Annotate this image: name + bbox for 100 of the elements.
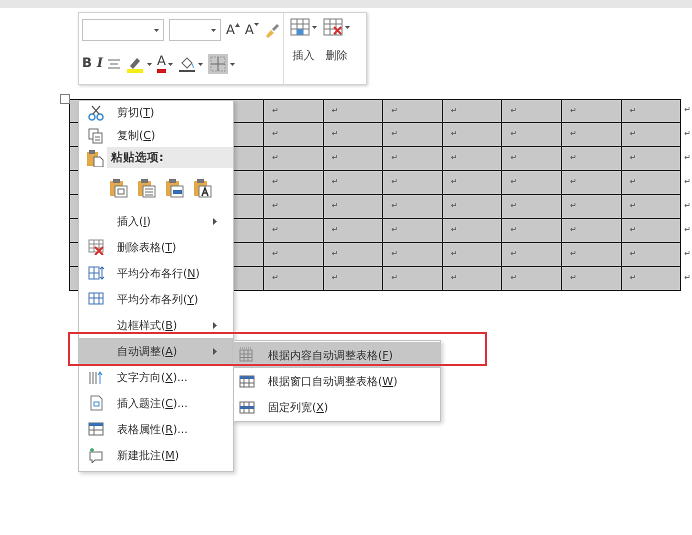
table-cell: ↵ <box>502 195 562 219</box>
caret-icon <box>147 62 152 66</box>
table-cell: ↵ <box>383 171 443 195</box>
menu-item[interactable]: 删除表格(T) <box>79 234 233 260</box>
menu-item[interactable]: 边框样式(B) <box>79 312 233 338</box>
row-end-mark: ↵ <box>683 272 691 284</box>
table-cell: ↵ <box>502 171 562 195</box>
columns-icon <box>88 291 104 307</box>
table-cell: ↵ <box>502 219 562 243</box>
bold-button[interactable]: B <box>82 56 92 72</box>
table-cell: ↵ <box>502 267 562 291</box>
menu-item[interactable]: 自动调整(A) <box>79 338 233 364</box>
text-direction-icon <box>88 369 104 385</box>
table-cell: ↵ <box>324 171 384 195</box>
submenu-arrow-icon <box>213 322 217 328</box>
table-cell: ↵ <box>442 99 502 123</box>
paint-bucket-icon <box>178 55 196 73</box>
center-align-icon[interactable] <box>108 59 120 69</box>
table-insert-icon <box>290 18 310 36</box>
submenu-item[interactable]: 固定列宽(X) <box>234 394 440 420</box>
table-cell: ↵ <box>383 195 443 219</box>
table-cell: ↵ <box>383 123 443 147</box>
table-cell: ↵ <box>324 99 384 123</box>
table-cell: ↵ <box>502 123 562 147</box>
table-cell: ↵ <box>442 123 502 147</box>
submenu-arrow-icon <box>213 218 217 224</box>
menu-item[interactable]: 平均分布各行(N) <box>79 260 233 286</box>
table-cell: ↵ <box>622 123 682 147</box>
shading-button[interactable] <box>178 55 203 73</box>
table-cell: ↵ <box>264 99 324 123</box>
row-height-icon <box>88 265 104 281</box>
table-cell: ↵ <box>383 267 443 291</box>
menu-item[interactable]: 插入题注(C)... <box>79 390 233 416</box>
table-cell: ↵ <box>264 123 324 147</box>
table-cell: ↵ <box>562 195 622 219</box>
row-end-mark: ↵ <box>683 152 691 164</box>
font-color-button[interactable]: A <box>157 55 173 73</box>
table-cell: ↵ <box>562 147 622 171</box>
table-cell: ↵ <box>442 243 502 267</box>
table-cell: ↵ <box>324 243 384 267</box>
row-end-mark: ↵ <box>683 224 691 236</box>
delete-table-button[interactable] <box>322 18 350 36</box>
table-cell: ↵ <box>562 243 622 267</box>
menu-item[interactable]: 平均分布各列(Y) <box>79 286 233 312</box>
highlight-button[interactable] <box>125 55 152 73</box>
paste-text-only-icon[interactable] <box>193 178 213 198</box>
menu-item[interactable]: 文字方向(X)... <box>79 364 233 390</box>
table-cell: ↵ <box>383 147 443 171</box>
table-cell: ↵ <box>264 243 324 267</box>
paintbrush-icon[interactable] <box>264 22 280 38</box>
table-cell: ↵ <box>442 147 502 171</box>
table-cell: ↵ <box>562 219 622 243</box>
submenu-item[interactable]: 根据内容自动调整表格(F) <box>234 342 440 368</box>
menu-item[interactable]: 新建批注(M) <box>79 442 233 468</box>
row-end-mark: ↵ <box>683 200 691 212</box>
menu-item[interactable]: 表格属性(R)... <box>79 416 233 442</box>
table-cell: ↵ <box>502 147 562 171</box>
insert-label[interactable]: 插入 <box>292 48 314 63</box>
row-end-mark: ↵ <box>683 176 691 188</box>
caret-icon <box>198 62 203 66</box>
paste-merge-icon[interactable] <box>137 178 157 198</box>
borders-icon <box>210 56 226 72</box>
table-cell: ↵ <box>562 99 622 123</box>
caret-icon <box>168 62 173 66</box>
table-cell: ↵ <box>622 267 682 291</box>
paste-icon <box>86 149 104 167</box>
table-cell: ↵ <box>324 147 384 171</box>
scissors-icon <box>88 104 104 120</box>
caret-icon <box>230 62 235 66</box>
italic-button[interactable]: I <box>96 56 104 72</box>
copy-icon <box>88 128 104 144</box>
paste-table-icon[interactable] <box>165 178 185 198</box>
table-cell: ↵ <box>622 171 682 195</box>
up-caret-icon <box>234 22 240 26</box>
table-cell: ↵ <box>324 267 384 291</box>
insert-table-button[interactable] <box>290 18 317 36</box>
menu-item[interactable]: 插入(I) <box>79 208 233 234</box>
caret-icon <box>154 28 159 32</box>
delete-label[interactable]: 删除 <box>325 48 348 63</box>
menu-item[interactable]: 剪切(T) <box>79 101 233 124</box>
table-cell: ↵ <box>442 195 502 219</box>
table-cell: ↵ <box>264 219 324 243</box>
caret-icon <box>344 26 350 28</box>
grow-font-button[interactable]: A <box>226 22 240 38</box>
table-cell: ↵ <box>502 243 562 267</box>
table-cell: ↵ <box>264 171 324 195</box>
shrink-font-button[interactable]: A <box>244 22 259 38</box>
paste-keep-format-icon[interactable] <box>109 178 129 198</box>
submenu-item[interactable]: 根据窗口自动调整表格(W) <box>234 368 440 394</box>
table-delete-icon <box>88 239 104 255</box>
table-cell: ↵ <box>502 99 562 123</box>
table-cell: ↵ <box>442 171 502 195</box>
table-cell: ↵ <box>622 243 682 267</box>
table-move-handle[interactable] <box>60 94 70 104</box>
table-cell: ↵ <box>562 267 622 291</box>
table-properties-icon <box>88 421 104 437</box>
caret-icon <box>312 26 317 28</box>
menu-item[interactable]: 复制(C) <box>79 124 233 147</box>
table-cell: ↵ <box>622 195 682 219</box>
borders-button[interactable] <box>208 54 235 74</box>
